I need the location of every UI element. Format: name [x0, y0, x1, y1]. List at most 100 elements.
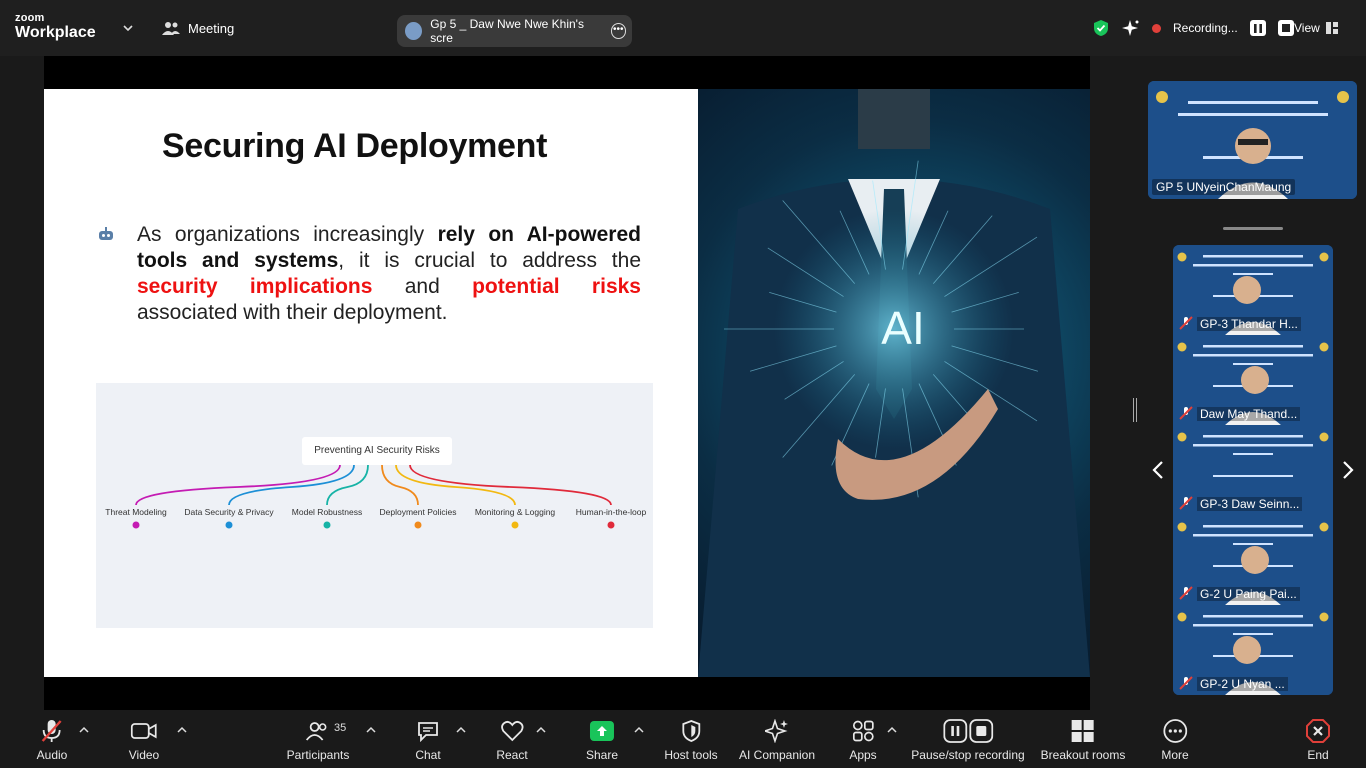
zoom-logo: zoom Workplace — [15, 12, 96, 41]
end-icon — [1306, 719, 1330, 743]
recording-dot-icon — [1152, 23, 1161, 33]
diagram-connector — [326, 464, 369, 506]
apps-icon — [852, 720, 874, 742]
pause-stop-icon — [943, 719, 993, 743]
ai-text: AI — [881, 302, 924, 354]
participant-tile[interactable]: Daw May Thand... — [1173, 335, 1333, 425]
pause-icon — [1253, 23, 1262, 33]
diagram-center-label: Preventing AI Security Risks — [302, 437, 452, 465]
ai-sparkle-icon — [764, 719, 788, 743]
participants-count: 35 — [334, 722, 347, 734]
security-diagram: Preventing AI Security Risks Threat Mode… — [96, 383, 653, 628]
shield-check-icon[interactable] — [1092, 19, 1110, 37]
caret-up-icon[interactable] — [177, 726, 187, 734]
share-label: Gp 5 _ Daw Nwe Nwe Khin's scre — [430, 17, 584, 45]
shield-icon — [682, 720, 700, 742]
diagram-node — [607, 521, 615, 529]
more-icon — [1163, 719, 1187, 743]
more-options-icon[interactable]: ••• — [610, 23, 626, 39]
bullet-paragraph: As organizations increasingly rely on AI… — [137, 223, 642, 324]
chevron-down-icon[interactable] — [122, 22, 134, 34]
diagram-item-label: Data Security & Privacy — [184, 507, 274, 517]
mic-muted-icon — [1179, 586, 1193, 600]
view-button[interactable]: View — [1294, 21, 1338, 35]
recording-label: Recording... — [1173, 21, 1238, 35]
participant-tile[interactable]: GP-3 Daw Seinn... — [1173, 425, 1333, 515]
shared-screen: Securing AI Deployment As organizations … — [44, 56, 1090, 710]
slide-title: Securing AI Deployment — [162, 127, 548, 165]
presentation-slide: Securing AI Deployment As organizations … — [44, 89, 1090, 677]
caret-up-icon[interactable] — [79, 726, 89, 734]
mic-muted-icon — [1179, 496, 1193, 510]
participants-button[interactable]: Participants — [287, 710, 349, 768]
meeting-label: Meeting — [188, 20, 235, 36]
robot-bullet-icon — [99, 227, 113, 240]
diagram-node — [323, 521, 331, 529]
caret-up-icon[interactable] — [887, 726, 897, 734]
diagram-item-label: Human-in-the-loop — [575, 507, 647, 517]
diagram-item-label: Monitoring & Logging — [474, 507, 556, 517]
diagram-node — [511, 521, 519, 529]
diagram-connectors — [132, 464, 615, 529]
top-bar: zoom Workplace Meeting Gp 5 _ Daw Nwe Nw… — [0, 0, 1366, 56]
more-button[interactable]: More — [1161, 710, 1189, 768]
ai-companion-button[interactable]: AI Companion — [739, 710, 815, 768]
status-icons: Recording... — [1092, 19, 1294, 37]
participant-name: G-2 U Paing Pai... — [1197, 587, 1300, 601]
grid-view-icon — [1325, 22, 1338, 34]
meeting-toolbar: Audio Video Participants 35 Chat React S… — [0, 710, 1366, 768]
mic-muted-icon — [1179, 316, 1193, 330]
diagram-node — [414, 521, 422, 529]
participant-name: GP-3 Daw Seinn... — [1197, 497, 1303, 511]
stop-icon — [1281, 24, 1290, 32]
ai-hand-image: AI — [698, 89, 1090, 677]
pause-recording-button[interactable] — [1249, 20, 1266, 36]
video-button[interactable]: Video — [129, 710, 159, 768]
slide-text-area: Securing AI Deployment As organizations … — [44, 89, 698, 677]
chevron-right-icon[interactable] — [1341, 460, 1355, 480]
participant-tile[interactable]: GP-2 U Nyan ... — [1173, 605, 1333, 695]
participant-tile[interactable]: G-2 U Paing Pai... — [1173, 515, 1333, 605]
breakout-rooms-button[interactable]: Breakout rooms — [1041, 710, 1125, 768]
participant-name: GP-2 U Nyan ... — [1197, 677, 1288, 691]
mic-muted-icon — [1179, 406, 1193, 420]
sparkle-icon[interactable] — [1122, 19, 1140, 37]
caret-up-icon[interactable] — [366, 726, 376, 734]
end-meeting-button[interactable]: End — [1305, 710, 1331, 768]
panel-splitter[interactable] — [1133, 398, 1137, 422]
heart-icon — [500, 720, 524, 742]
participants-icon — [306, 722, 327, 741]
meeting-menu[interactable]: Meeting — [162, 20, 234, 36]
caret-up-icon[interactable] — [456, 726, 466, 734]
chevron-left-icon[interactable] — [1151, 460, 1165, 480]
share-screen-icon — [590, 721, 614, 741]
view-label: View — [1294, 21, 1320, 35]
apps-button[interactable]: Apps — [849, 710, 877, 768]
participant-name: GP 5 UNyeinChanMaung — [1152, 179, 1296, 195]
video-camera-icon — [131, 723, 157, 739]
diagram-item-label: Deployment Policies — [379, 507, 457, 517]
chat-button[interactable]: Chat — [415, 710, 441, 768]
stop-recording-button[interactable] — [1277, 20, 1294, 36]
share-button[interactable]: Share — [586, 710, 618, 768]
react-button[interactable]: React — [496, 710, 528, 768]
businessman-illustration: AI — [698, 89, 1090, 677]
caret-up-icon[interactable] — [634, 726, 644, 734]
participant-tile[interactable]: GP-3 Thandar H... — [1173, 245, 1333, 335]
diagram-item-label: Model Robustness — [291, 507, 363, 517]
diagram-node — [132, 521, 140, 529]
participant-name: GP-3 Thandar H... — [1197, 317, 1301, 331]
avatar — [405, 22, 423, 40]
caret-up-icon[interactable] — [536, 726, 546, 734]
diagram-connector — [228, 464, 355, 506]
diagram-item-label: Threat Modeling — [105, 507, 167, 517]
host-tools-button[interactable]: Host tools — [664, 710, 718, 768]
pause-stop-recording-button[interactable]: Pause/stop recording — [911, 710, 1025, 768]
breakout-rooms-icon — [1071, 720, 1094, 742]
participant-name: Daw May Thand... — [1197, 407, 1301, 421]
audio-button[interactable]: Audio — [37, 710, 67, 768]
screen-share-pill[interactable]: Gp 5 _ Daw Nwe Nwe Khin's scre ••• — [397, 15, 632, 47]
diagram-node — [225, 521, 233, 529]
panel-drag-handle[interactable] — [1223, 227, 1283, 230]
active-speaker-tile[interactable]: GP 5 UNyeinChanMaung — [1148, 81, 1357, 199]
